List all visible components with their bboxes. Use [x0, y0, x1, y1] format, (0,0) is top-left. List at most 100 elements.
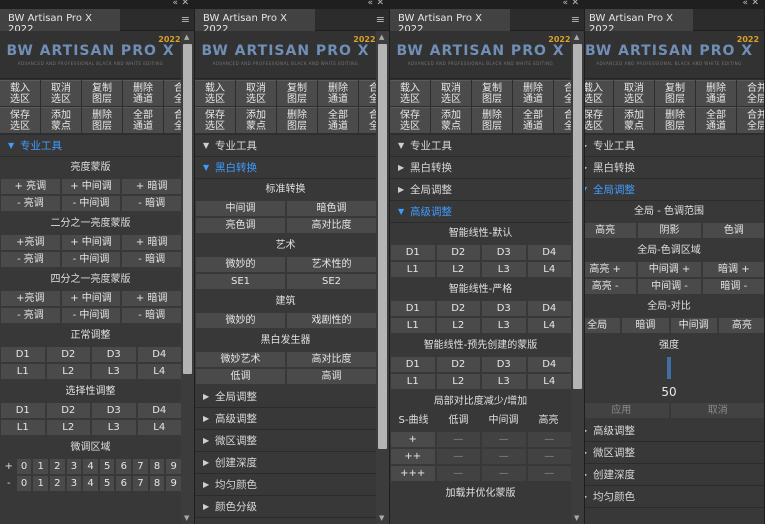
- l1-button[interactable]: L1: [1, 420, 45, 435]
- scrollbar[interactable]: ▲ ▼: [181, 31, 194, 524]
- artistic-button[interactable]: 艺术性的: [287, 257, 376, 272]
- minus-midtones-button[interactable]: - 中间调: [61, 308, 121, 323]
- section-micro-adjust[interactable]: ▶微区调整: [585, 442, 764, 464]
- zone-minus-6[interactable]: 6: [116, 476, 132, 491]
- light-tone-button[interactable]: 亮色调: [196, 218, 285, 233]
- merge-all-button[interactable]: 合并 全层: [554, 107, 571, 133]
- close-icon[interactable]: ✕: [376, 0, 384, 8]
- high-button[interactable]: —: [527, 449, 571, 464]
- menu-icon[interactable]: ≡: [571, 13, 580, 26]
- section-pro-tools[interactable]: ▼ 专业工具: [0, 135, 181, 157]
- l3-button[interactable]: L3: [92, 364, 136, 379]
- section-pro-tools[interactable]: ▼ 专业工具: [195, 135, 376, 157]
- section-even-color[interactable]: ▶均匀颜色: [195, 474, 376, 496]
- zone-minus-7[interactable]: 7: [133, 476, 148, 491]
- section-pro-tools[interactable]: ▼ 专业工具: [390, 135, 571, 157]
- high-key-button[interactable]: 高调: [287, 369, 376, 384]
- plus-midtones-button[interactable]: + 中间调: [61, 291, 121, 306]
- zone-minus-2[interactable]: 2: [49, 476, 65, 491]
- l2-button[interactable]: L2: [46, 364, 90, 379]
- plus-shadows-button[interactable]: + 暗调: [122, 291, 181, 306]
- d1-button[interactable]: D1: [391, 301, 435, 316]
- section-global-adjust[interactable]: ▶ 全局调整: [195, 386, 376, 408]
- panel-tab[interactable]: BW Artisan Pro X 2022: [0, 9, 120, 35]
- merge-layers-button[interactable]: 合并 全层: [359, 80, 376, 106]
- shadows-plus-button[interactable]: 暗调 +: [702, 262, 764, 277]
- scroll-thumb[interactable]: [573, 44, 582, 389]
- zone-minus-9[interactable]: 9: [166, 476, 181, 491]
- load-selection-button[interactable]: 载入 选区: [585, 80, 613, 106]
- zone-plus-4[interactable]: 4: [83, 459, 98, 474]
- dark-tone-button[interactable]: 暗色调: [287, 201, 376, 216]
- duplicate-layer-button[interactable]: 复制 图层: [82, 80, 122, 106]
- s-curve-plus3-button[interactable]: +++: [391, 466, 435, 481]
- mid-button[interactable]: —: [482, 466, 526, 481]
- merge-layers-button[interactable]: 合并 全层: [554, 80, 571, 106]
- d2-button[interactable]: D2: [46, 347, 90, 362]
- d1-button[interactable]: D1: [1, 403, 45, 418]
- add-mask-button[interactable]: 添加 蒙点: [236, 107, 276, 133]
- l3-button[interactable]: L3: [482, 262, 526, 277]
- scroll-thumb[interactable]: [378, 44, 387, 449]
- scrollbar[interactable]: ▲ ▼: [376, 31, 389, 524]
- mid-button[interactable]: —: [482, 432, 526, 447]
- d4-button[interactable]: D4: [527, 245, 571, 260]
- low-button[interactable]: —: [436, 466, 480, 481]
- panel-tab[interactable]: BW Artisan Pro X 2022: [585, 9, 693, 35]
- deselect-button[interactable]: 取消 选区: [431, 80, 471, 106]
- zone-plus-6[interactable]: 6: [116, 459, 132, 474]
- highlights-button[interactable]: 高亮: [585, 223, 637, 238]
- d2-button[interactable]: D2: [46, 403, 90, 418]
- delete-layer-button[interactable]: 删除 图层: [277, 107, 317, 133]
- highlights-minus-button[interactable]: 高亮 -: [585, 279, 637, 294]
- dramatic-button[interactable]: 戏剧性的: [287, 313, 376, 328]
- subtle-button[interactable]: 微妙的: [196, 257, 285, 272]
- l2-button[interactable]: L2: [436, 262, 480, 277]
- contrast-midtones-button[interactable]: 中间调: [670, 318, 717, 333]
- close-icon[interactable]: ✕: [751, 0, 759, 8]
- d4-button[interactable]: D4: [137, 403, 181, 418]
- section-advanced-adjust[interactable]: ▶高级调整: [585, 420, 764, 442]
- plus-highlights-button[interactable]: +亮调: [1, 291, 60, 306]
- scroll-thumb[interactable]: [183, 44, 192, 374]
- section-micro-adjust[interactable]: ▶微区调整: [195, 430, 376, 452]
- collapse-icon[interactable]: «: [172, 0, 178, 8]
- zone-minus-1[interactable]: 1: [33, 476, 48, 491]
- section-even-color[interactable]: ▶均匀颜色: [585, 486, 764, 508]
- plus-highlights-button[interactable]: +亮调: [1, 235, 60, 250]
- delete-channel-button[interactable]: 删除 通道: [123, 80, 163, 106]
- scroll-up-icon[interactable]: ▲: [379, 33, 384, 41]
- add-mask-button[interactable]: 添加 蒙点: [41, 107, 81, 133]
- midtones-plus-button[interactable]: 中间调 +: [638, 262, 701, 277]
- close-icon[interactable]: ✕: [571, 0, 579, 8]
- delete-channel-button[interactable]: 删除 通道: [318, 80, 358, 106]
- l4-button[interactable]: L4: [137, 420, 181, 435]
- add-mask-button[interactable]: 添加 蒙点: [431, 107, 471, 133]
- midtone-button[interactable]: 中间调: [196, 201, 285, 216]
- l1-button[interactable]: L1: [391, 374, 435, 389]
- all-channels-button[interactable]: 全部 通道: [696, 107, 736, 133]
- strength-slider[interactable]: [585, 357, 764, 383]
- tone-button[interactable]: 色调: [702, 223, 764, 238]
- l2-button[interactable]: L2: [436, 374, 480, 389]
- l3-button[interactable]: L3: [482, 318, 526, 333]
- deselect-button[interactable]: 取消 选区: [41, 80, 81, 106]
- d2-button[interactable]: D2: [436, 245, 480, 260]
- zone-plus-7[interactable]: 7: [133, 459, 148, 474]
- se1-button[interactable]: SE1: [196, 274, 285, 289]
- l3-button[interactable]: L3: [92, 420, 136, 435]
- all-channels-button[interactable]: 全部 通道: [318, 107, 358, 133]
- duplicate-layer-button[interactable]: 复制 图层: [655, 80, 695, 106]
- midtones-minus-button[interactable]: 中间调 -: [638, 279, 701, 294]
- collapse-icon[interactable]: «: [742, 0, 748, 8]
- section-create-depth[interactable]: ▶创建深度: [585, 464, 764, 486]
- section-advanced-adjust[interactable]: ▶高级调整: [195, 408, 376, 430]
- d2-button[interactable]: D2: [436, 357, 480, 372]
- zone-plus-5[interactable]: 5: [99, 459, 115, 474]
- save-selection-button[interactable]: 保存 选区: [585, 107, 613, 133]
- panel-tab[interactable]: BW Artisan Pro X 2022: [195, 9, 315, 35]
- zone-minus-8[interactable]: 8: [149, 476, 165, 491]
- all-channels-button[interactable]: 全部 通道: [123, 107, 163, 133]
- apply-button[interactable]: 应用: [585, 403, 669, 418]
- contrast-global-button[interactable]: 全局: [585, 318, 621, 333]
